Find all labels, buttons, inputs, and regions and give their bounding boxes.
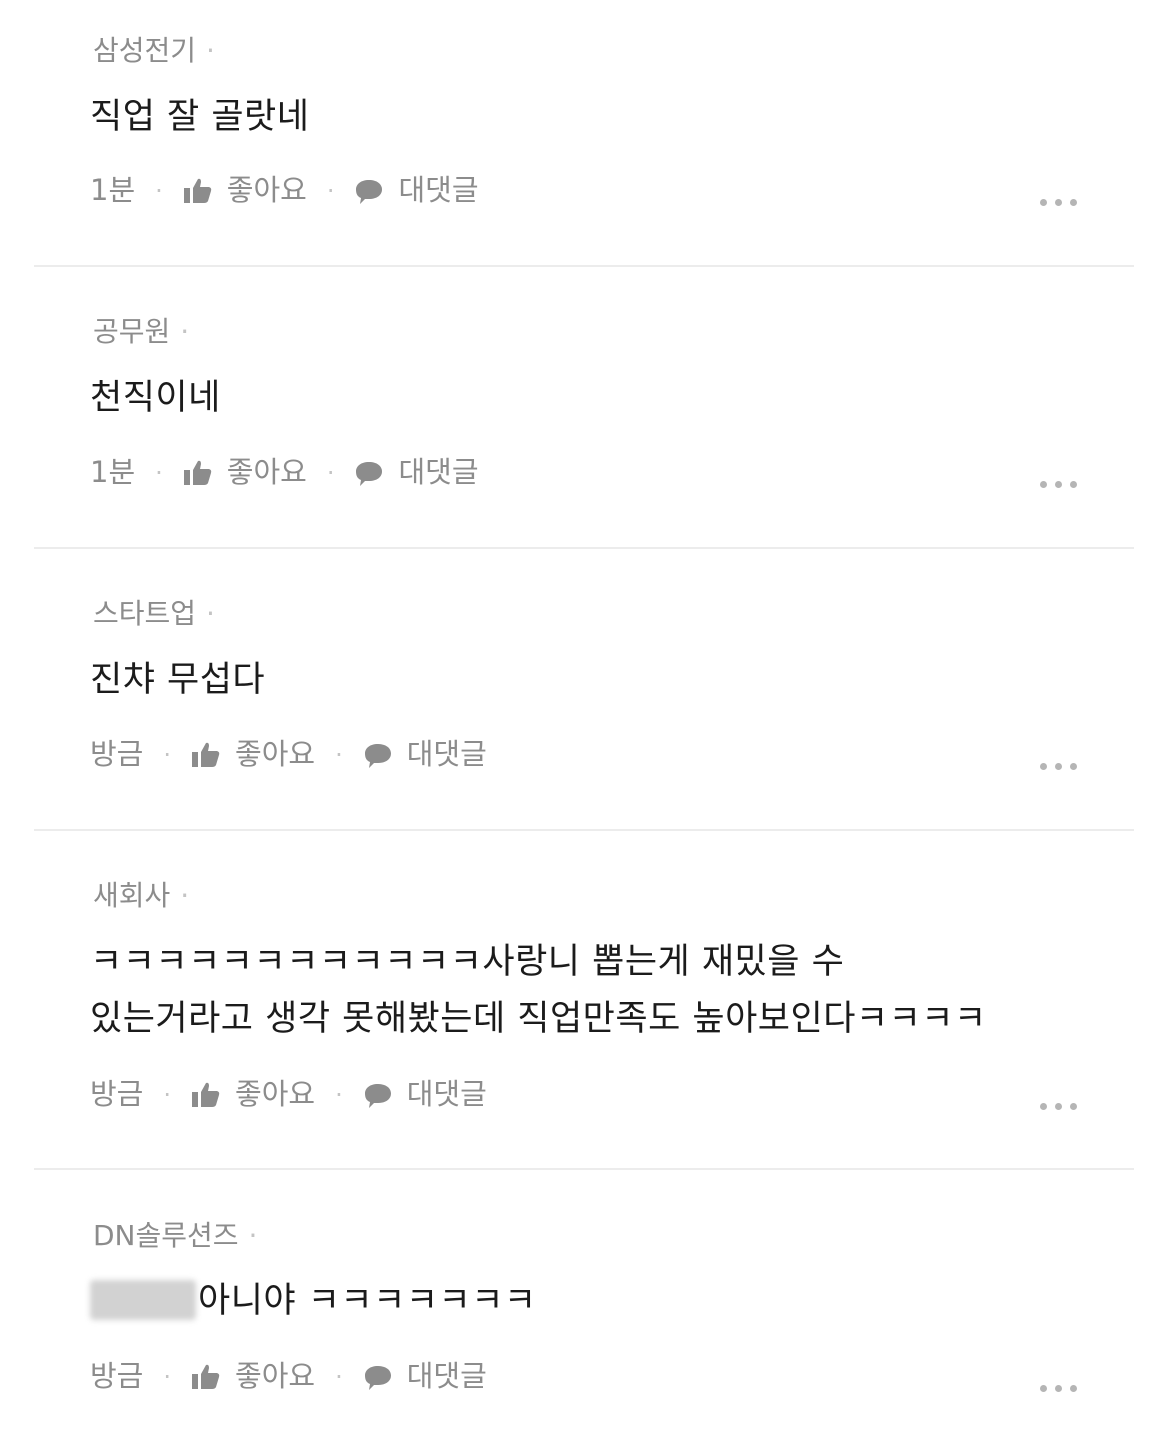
speech-bubble-icon[interactable] — [363, 741, 393, 769]
redacted-blur — [90, 1280, 196, 1320]
comment-line: 진챠 무섭다 — [90, 660, 266, 700]
comment-meta: 1분 · 좋아요 · 대댓글 — [90, 458, 479, 487]
comment-feed: 삼성전기 · 직업 잘 골랏네 1분 · 좋아요 · 대댓글 공무원 · 천직이네 — [0, 0, 1170, 1449]
more-icon[interactable] — [1040, 1385, 1077, 1392]
author-separator: · — [248, 1219, 258, 1252]
meta-separator: · — [326, 458, 335, 487]
divider — [34, 547, 1134, 549]
comment-author[interactable]: 새회사 · — [93, 882, 189, 910]
speech-bubble-icon[interactable] — [363, 1081, 393, 1109]
comment-author[interactable]: 공무원 · — [93, 318, 189, 346]
comment-author[interactable]: DN솔루션즈 · — [93, 1222, 257, 1250]
comment-meta: 방금 · 좋아요 · 대댓글 — [90, 740, 487, 769]
reply-button[interactable]: 대댓글 — [398, 458, 478, 487]
thumbs-up-icon[interactable] — [191, 1081, 221, 1109]
divider — [34, 829, 1134, 831]
speech-bubble-icon[interactable] — [363, 1363, 393, 1391]
comment-time: 방금 — [90, 737, 144, 771]
author-separator: · — [206, 597, 215, 630]
like-button[interactable]: 좋아요 — [227, 458, 307, 487]
thumbs-up-icon[interactable] — [191, 741, 221, 769]
comment-line-text: 아니야 ㅋㅋㅋㅋㅋㅋㅋ — [198, 1281, 537, 1321]
comment-text: ㅋㅋㅋㅋㅋㅋㅋㅋㅋㅋㅋㅋ사랑니 뽑는게 재밌을 수 있는거라고 생각 못해봤는데… — [90, 934, 987, 1048]
reply-button[interactable]: 대댓글 — [407, 740, 487, 769]
divider — [34, 1168, 1134, 1170]
comment-meta: 1분 · 좋아요 · 대댓글 — [90, 176, 479, 205]
author-separator: · — [180, 879, 190, 912]
more-icon[interactable] — [1040, 763, 1077, 770]
reply-button[interactable]: 대댓글 — [407, 1362, 487, 1391]
author-name[interactable]: 공무원 — [93, 315, 170, 348]
speech-bubble-icon[interactable] — [354, 459, 384, 487]
meta-separator: · — [335, 1362, 343, 1391]
comment-author[interactable]: 삼성전기 · — [93, 37, 215, 65]
comment-time: 1분 — [90, 173, 136, 207]
comment-line: ㅋㅋㅋㅋㅋㅋㅋㅋㅋㅋㅋㅋ사랑니 뽑는게 재밌을 수 — [90, 942, 845, 982]
thumbs-up-icon[interactable] — [191, 1363, 221, 1391]
author-name[interactable]: DN솔루션즈 — [93, 1219, 239, 1252]
thumbs-up-icon[interactable] — [183, 459, 213, 487]
meta-separator: · — [163, 1080, 172, 1109]
like-button[interactable]: 좋아요 — [235, 1362, 315, 1391]
author-name[interactable]: 새회사 — [93, 879, 170, 912]
reply-button[interactable]: 대댓글 — [407, 1080, 487, 1109]
speech-bubble-icon[interactable] — [354, 177, 384, 205]
meta-separator: · — [163, 1362, 172, 1391]
comment-text: 천직이네 — [90, 370, 221, 427]
comment-text: 진챠 무섭다 — [90, 652, 265, 709]
author-separator: · — [206, 34, 215, 67]
meta-separator: · — [335, 1080, 343, 1109]
like-button[interactable]: 좋아요 — [227, 176, 307, 205]
comment-text: 직업 잘 골랏네 — [90, 89, 309, 146]
comment-line: 아니야 ㅋㅋㅋㅋㅋㅋㅋ — [90, 1273, 537, 1330]
meta-separator: · — [326, 176, 335, 205]
comment-time: 1분 — [90, 455, 136, 489]
comment-time: 방금 — [90, 1077, 144, 1111]
comment-line: 직업 잘 골랏네 — [90, 97, 310, 137]
like-button[interactable]: 좋아요 — [235, 740, 315, 769]
comment-author[interactable]: 스타트업 · — [93, 600, 215, 628]
like-button[interactable]: 좋아요 — [235, 1080, 315, 1109]
more-icon[interactable] — [1040, 199, 1077, 206]
thumbs-up-icon[interactable] — [183, 177, 213, 205]
author-separator: · — [180, 315, 190, 348]
comment-meta: 방금 · 좋아요 · 대댓글 — [90, 1080, 487, 1109]
more-icon[interactable] — [1040, 481, 1077, 488]
comment-time: 방금 — [90, 1359, 144, 1393]
meta-separator: · — [335, 740, 343, 769]
comment-text: 아니야 ㅋㅋㅋㅋㅋㅋㅋ — [90, 1273, 537, 1330]
author-name[interactable]: 스타트업 — [93, 597, 196, 630]
meta-separator: · — [155, 458, 163, 487]
meta-separator: · — [163, 740, 172, 769]
more-icon[interactable] — [1040, 1103, 1077, 1110]
author-name[interactable]: 삼성전기 — [93, 34, 196, 67]
reply-button[interactable]: 대댓글 — [398, 176, 478, 205]
meta-separator: · — [155, 176, 163, 205]
comment-line: 있는거라고 생각 못해봤는데 직업만족도 높아보인다ㅋㅋㅋㅋ — [90, 999, 987, 1039]
comment-meta: 방금 · 좋아요 · 대댓글 — [90, 1362, 487, 1391]
comment-line: 천직이네 — [90, 378, 221, 418]
divider — [34, 265, 1134, 267]
